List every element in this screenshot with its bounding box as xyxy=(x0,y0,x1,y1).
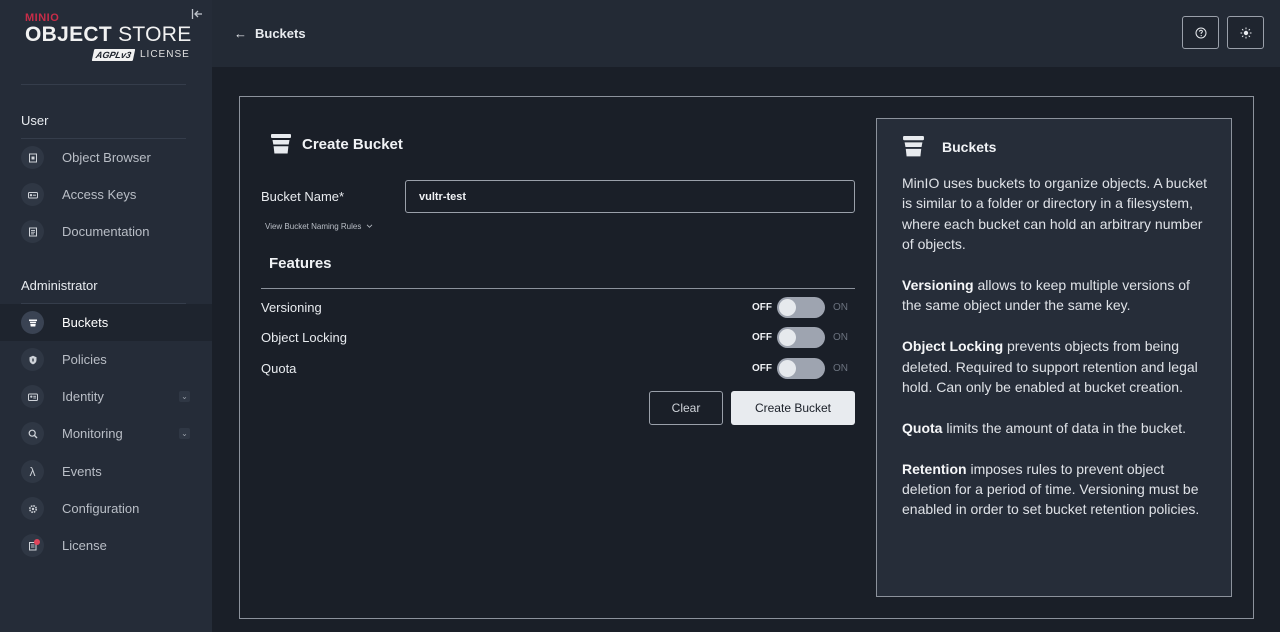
sidebar-item-label: Events xyxy=(62,464,102,479)
logo-agpl-badge: AGPLv3 xyxy=(91,49,136,61)
create-bucket-button[interactable]: Create Bucket xyxy=(731,391,855,425)
object-locking-toggle[interactable] xyxy=(777,327,825,348)
form-title: Create Bucket xyxy=(270,133,403,155)
identity-icon xyxy=(21,385,44,408)
sidebar-item-license[interactable]: License xyxy=(0,527,212,564)
help-item: Object Locking prevents objects from bei… xyxy=(902,336,1212,397)
sidebar-item-label: Buckets xyxy=(62,315,109,330)
sidebar-item-label: Monitoring xyxy=(62,426,123,441)
help-text: limits the amount of data in the bucket. xyxy=(942,419,1187,436)
help-term: Retention xyxy=(902,460,967,477)
lambda-icon: λ xyxy=(21,460,44,483)
policy-icon xyxy=(21,348,44,371)
breadcrumb-buckets: Buckets xyxy=(255,26,306,41)
object-browser-icon xyxy=(21,146,44,169)
help-icon xyxy=(1195,27,1206,38)
section-administrator-label: Administrator xyxy=(21,278,98,293)
bucket-icon xyxy=(271,134,291,154)
license-icon xyxy=(21,534,44,557)
chevron-down-icon xyxy=(366,224,372,228)
help-item: Retention imposes rules to prevent objec… xyxy=(902,459,1212,520)
notification-dot xyxy=(34,539,40,545)
help-intro: MinIO uses buckets to organize objects. … xyxy=(902,175,1208,253)
help-term: Quota xyxy=(902,419,943,436)
sidebar-item-configuration[interactable]: Configuration xyxy=(0,490,212,527)
switch-on-label: ON xyxy=(833,363,848,374)
monitoring-icon xyxy=(21,422,44,445)
rules-link-text: View Bucket Naming Rules xyxy=(265,222,362,231)
help-panel: Buckets MinIO uses buckets to organize o… xyxy=(876,118,1232,597)
view-naming-rules-link[interactable]: View Bucket Naming Rules xyxy=(265,222,373,231)
help-term: Object Locking xyxy=(902,338,1004,355)
quota-label: Quota xyxy=(261,361,297,376)
switch-on-label: ON xyxy=(833,302,848,313)
sidebar-item-object-browser[interactable]: Object Browser xyxy=(0,139,212,176)
help-title-text: Buckets xyxy=(942,138,997,155)
quota-toggle[interactable] xyxy=(777,358,825,379)
theme-toggle-button[interactable] xyxy=(1227,16,1264,49)
chevron-down-icon[interactable]: ⌄ xyxy=(179,391,190,402)
toggle-knob xyxy=(779,360,796,377)
sun-icon xyxy=(1240,27,1251,38)
collapse-sidebar-icon[interactable] xyxy=(191,8,203,20)
sidebar-item-label: License xyxy=(62,538,107,553)
arrow-left-icon: ← xyxy=(234,26,247,41)
bucket-name-input[interactable] xyxy=(405,180,855,213)
gear-icon xyxy=(21,497,44,520)
versioning-label: Versioning xyxy=(261,300,322,315)
minio-logo[interactable]: MINIO OBJECT STORE AGPLv3 LICENSE xyxy=(25,12,192,64)
clear-button[interactable]: Clear xyxy=(649,391,723,425)
access-keys-icon xyxy=(21,183,44,206)
toggle-knob xyxy=(779,329,796,346)
sidebar-item-identity[interactable]: Identity ⌄ xyxy=(0,378,212,415)
sidebar-item-events[interactable]: λ Events xyxy=(0,453,212,490)
create-bucket-card: Create Bucket Bucket Name* View Bucket N… xyxy=(239,96,1254,619)
versioning-toggle[interactable] xyxy=(777,297,825,318)
sidebar-item-label: Object Browser xyxy=(62,150,151,165)
sidebar: MINIO OBJECT STORE AGPLv3 LICENSE User O… xyxy=(0,0,212,632)
page-header: ← Buckets xyxy=(212,0,1280,67)
sidebar-item-label: Access Keys xyxy=(62,187,137,202)
section-user-label: User xyxy=(21,113,49,128)
bucket-name-label: Bucket Name* xyxy=(261,189,345,204)
documentation-icon xyxy=(21,220,44,243)
chevron-down-icon[interactable]: ⌄ xyxy=(179,428,190,439)
switch-off-label: OFF xyxy=(752,363,772,374)
sidebar-item-monitoring[interactable]: Monitoring ⌄ xyxy=(0,415,212,452)
sidebar-item-label: Configuration xyxy=(62,501,140,516)
help-body: MinIO uses buckets to organize objects. … xyxy=(902,173,1212,540)
sidebar-item-access-keys[interactable]: Access Keys xyxy=(0,176,212,213)
help-item: Quota limits the amount of data in the b… xyxy=(902,418,1212,438)
form-title-text: Create Bucket xyxy=(302,135,403,153)
switch-on-label: ON xyxy=(833,332,848,343)
switch-off-label: OFF xyxy=(752,302,772,313)
toggle-knob xyxy=(779,299,796,316)
object-locking-label: Object Locking xyxy=(261,330,347,345)
sidebar-item-label: Documentation xyxy=(62,224,150,239)
help-term: Versioning xyxy=(902,277,974,294)
back-to-buckets-link[interactable]: ← Buckets xyxy=(234,26,306,41)
switch-off-label: OFF xyxy=(752,332,772,343)
sidebar-item-label: Identity xyxy=(62,389,104,404)
logo-product-text: OBJECT STORE xyxy=(25,23,192,46)
bucket-icon xyxy=(903,136,924,157)
help-item: Versioning allows to keep multiple versi… xyxy=(902,275,1212,316)
sidebar-item-documentation[interactable]: Documentation xyxy=(0,213,212,250)
logo-license-text: LICENSE xyxy=(140,49,190,60)
features-heading: Features xyxy=(269,255,332,272)
help-title: Buckets xyxy=(902,135,996,158)
sidebar-item-buckets[interactable]: Buckets xyxy=(0,304,212,341)
bucket-icon xyxy=(21,311,44,334)
sidebar-item-policies[interactable]: Policies xyxy=(0,341,212,378)
sidebar-divider xyxy=(21,84,186,85)
features-divider xyxy=(261,288,855,289)
sidebar-item-label: Policies xyxy=(62,352,107,367)
help-button[interactable] xyxy=(1182,16,1219,49)
